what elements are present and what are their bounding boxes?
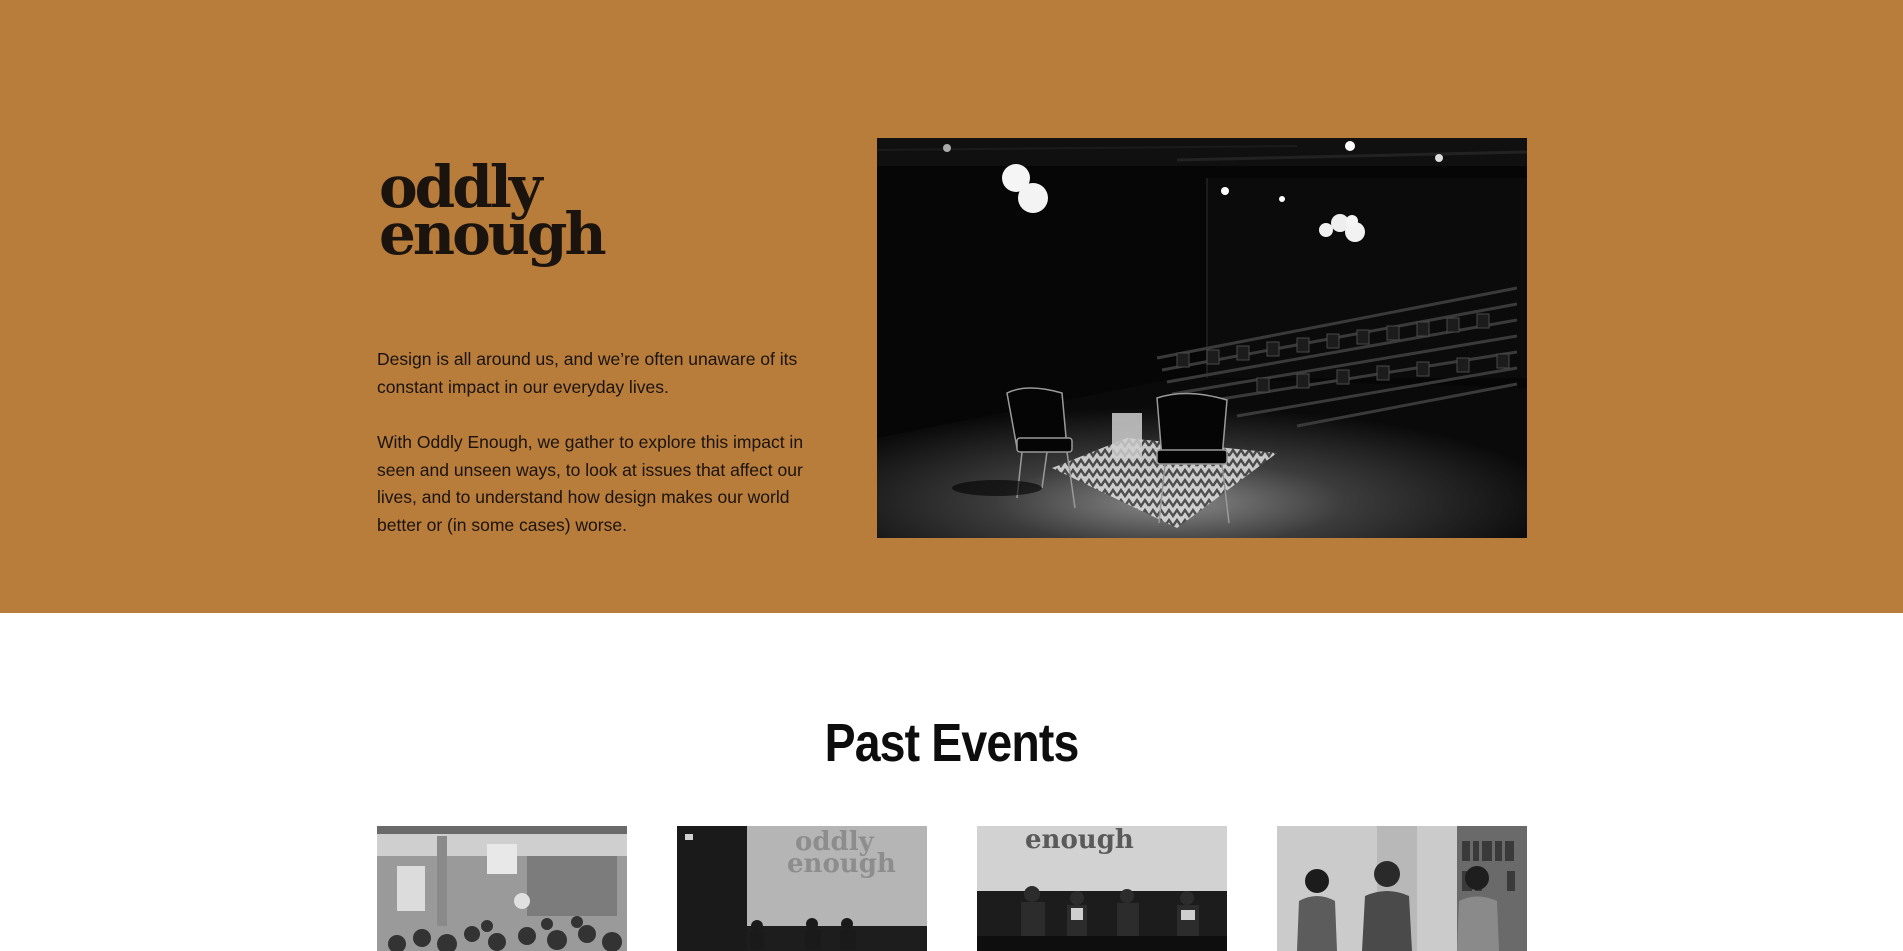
hero-stage-photo: [877, 138, 1527, 538]
hero-section: oddly enough Design is all around us, an…: [0, 0, 1903, 613]
stage-photo-graphic: [877, 138, 1527, 538]
logo-line-2: enough: [379, 200, 607, 268]
intro-paragraph-2: With Oddly Enough, we gather to explore …: [377, 432, 804, 535]
event-card-2[interactable]: oddly enough: [677, 826, 927, 951]
screen-text-enough: enough: [787, 849, 896, 879]
oddly-enough-logo[interactable]: oddly enough: [379, 158, 619, 268]
event-photo-2: oddly enough: [677, 826, 927, 951]
event-photo-4: [1277, 826, 1527, 951]
intro-paragraph-1: Design is all around us, and we’re often…: [377, 349, 798, 397]
event-photo-1: [377, 826, 627, 951]
event-card-3[interactable]: enough: [977, 826, 1227, 951]
screen-text-enough: enough: [1025, 826, 1134, 855]
event-card-4[interactable]: [1277, 826, 1527, 951]
past-events-heading: Past Events: [824, 713, 1080, 773]
event-card-1[interactable]: [377, 826, 627, 951]
intro-text: Design is all around us, and we’re often…: [377, 346, 837, 567]
past-events-grid: oddly enough enough: [377, 826, 1527, 951]
event-photo-3: enough: [977, 826, 1227, 951]
